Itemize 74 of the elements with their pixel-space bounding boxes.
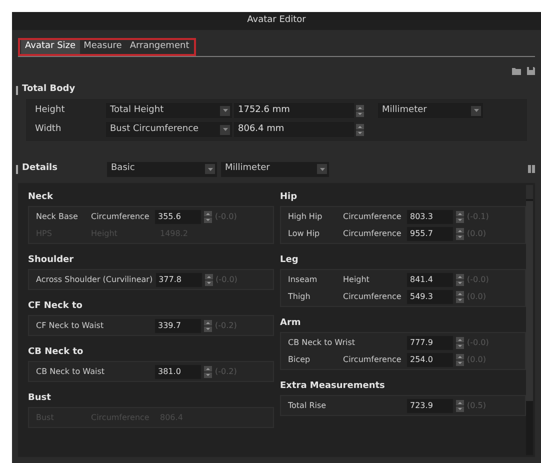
parameter-label: Height [343,274,370,286]
spinner-icon[interactable] [356,104,364,116]
value-field[interactable]: 339.7 [155,318,201,332]
dropdown[interactable]: Total Height [106,103,232,118]
row-label: Height [35,104,66,117]
scrollbar[interactable] [526,185,533,455]
value-field[interactable]: 254.0 [407,352,453,366]
spinner-icon[interactable] [204,366,212,378]
dropdown[interactable]: Millimeter [378,103,483,118]
group-title: Leg [280,254,300,267]
columns-icon[interactable] [528,165,535,173]
row-label: Width [35,122,62,136]
row-label: CF Neck to Waist [36,320,105,332]
row-label: Across Shoulder (Curvilinear) [36,274,154,286]
tab[interactable]: Measure [80,40,126,54]
spinner-icon[interactable] [456,400,464,412]
value-field[interactable]: 955.7 [407,226,453,240]
section-title: Total Body [22,83,76,96]
group-title: Extra Measurements [280,380,386,393]
parameter-label: Circumference [343,290,402,302]
spinner-icon[interactable] [456,354,464,366]
save-icon[interactable] [527,67,535,75]
parameter-label: Circumference [91,210,150,222]
spinner-icon[interactable] [456,228,464,240]
parameter-label: Circumference [343,354,402,366]
row-label: Neck Base [36,210,79,222]
spinner-icon[interactable] [204,274,213,286]
spinner-icon[interactable] [456,290,464,302]
spinner-icon[interactable] [204,320,212,332]
group-title: CF Neck to [28,300,84,313]
group-title: Shoulder [28,254,75,267]
row-label: Low Hip [288,228,321,240]
value-field[interactable]: 355.6 [155,210,201,224]
section-title: Details [22,162,58,176]
spinner-icon[interactable] [456,336,464,348]
caret-icon [320,168,324,170]
group-title: Arm [280,317,302,330]
value-field[interactable]: 841.4 [407,272,453,286]
tab[interactable]: Avatar Size [21,40,80,54]
row-label: Total Rise [288,400,328,412]
spinner-icon[interactable] [456,274,464,286]
dropdown[interactable]: Basic [107,162,217,176]
caret-icon [222,128,228,131]
parameter-label: Circumference [343,210,402,222]
group-title: CB Neck to [28,346,84,359]
row-label: Thigh [288,290,312,302]
value-field[interactable]: 1752.6 mm [234,103,354,118]
parameter-label: Circumference [343,228,402,240]
value-field[interactable]: 377.8 [156,272,202,286]
value-field[interactable]: 803.3 [407,210,453,224]
tab[interactable]: Arrangement [126,40,194,54]
group-title: Bust [28,392,52,405]
value-field[interactable]: 723.9 [407,398,453,412]
row-label: High Hip [288,210,324,222]
dropdown[interactable]: Millimeter [221,162,329,176]
value-field[interactable]: 381.0 [155,364,201,378]
folder-icon[interactable] [512,67,521,75]
row-label: CB Neck to Wrist [288,336,356,348]
value-field[interactable]: 549.3 [407,290,453,304]
group-title: Neck [28,191,54,204]
caret-icon [208,168,212,170]
spinner-icon[interactable] [204,210,212,222]
row-label: CB Neck to Waist [36,366,106,378]
window-title: Avatar Editor [247,14,306,28]
spinner-icon[interactable] [456,210,464,222]
value-field[interactable]: 806.4 mm [234,122,354,137]
row-label: Inseam [288,274,318,286]
row-label: Bicep [288,354,312,366]
caret-icon [222,109,228,112]
group-title: Hip [280,191,298,204]
value-field[interactable]: 777.9 [407,336,453,350]
dropdown[interactable]: Bust Circumference [106,122,232,137]
caret-icon [474,109,478,112]
spinner-icon[interactable] [356,124,364,136]
